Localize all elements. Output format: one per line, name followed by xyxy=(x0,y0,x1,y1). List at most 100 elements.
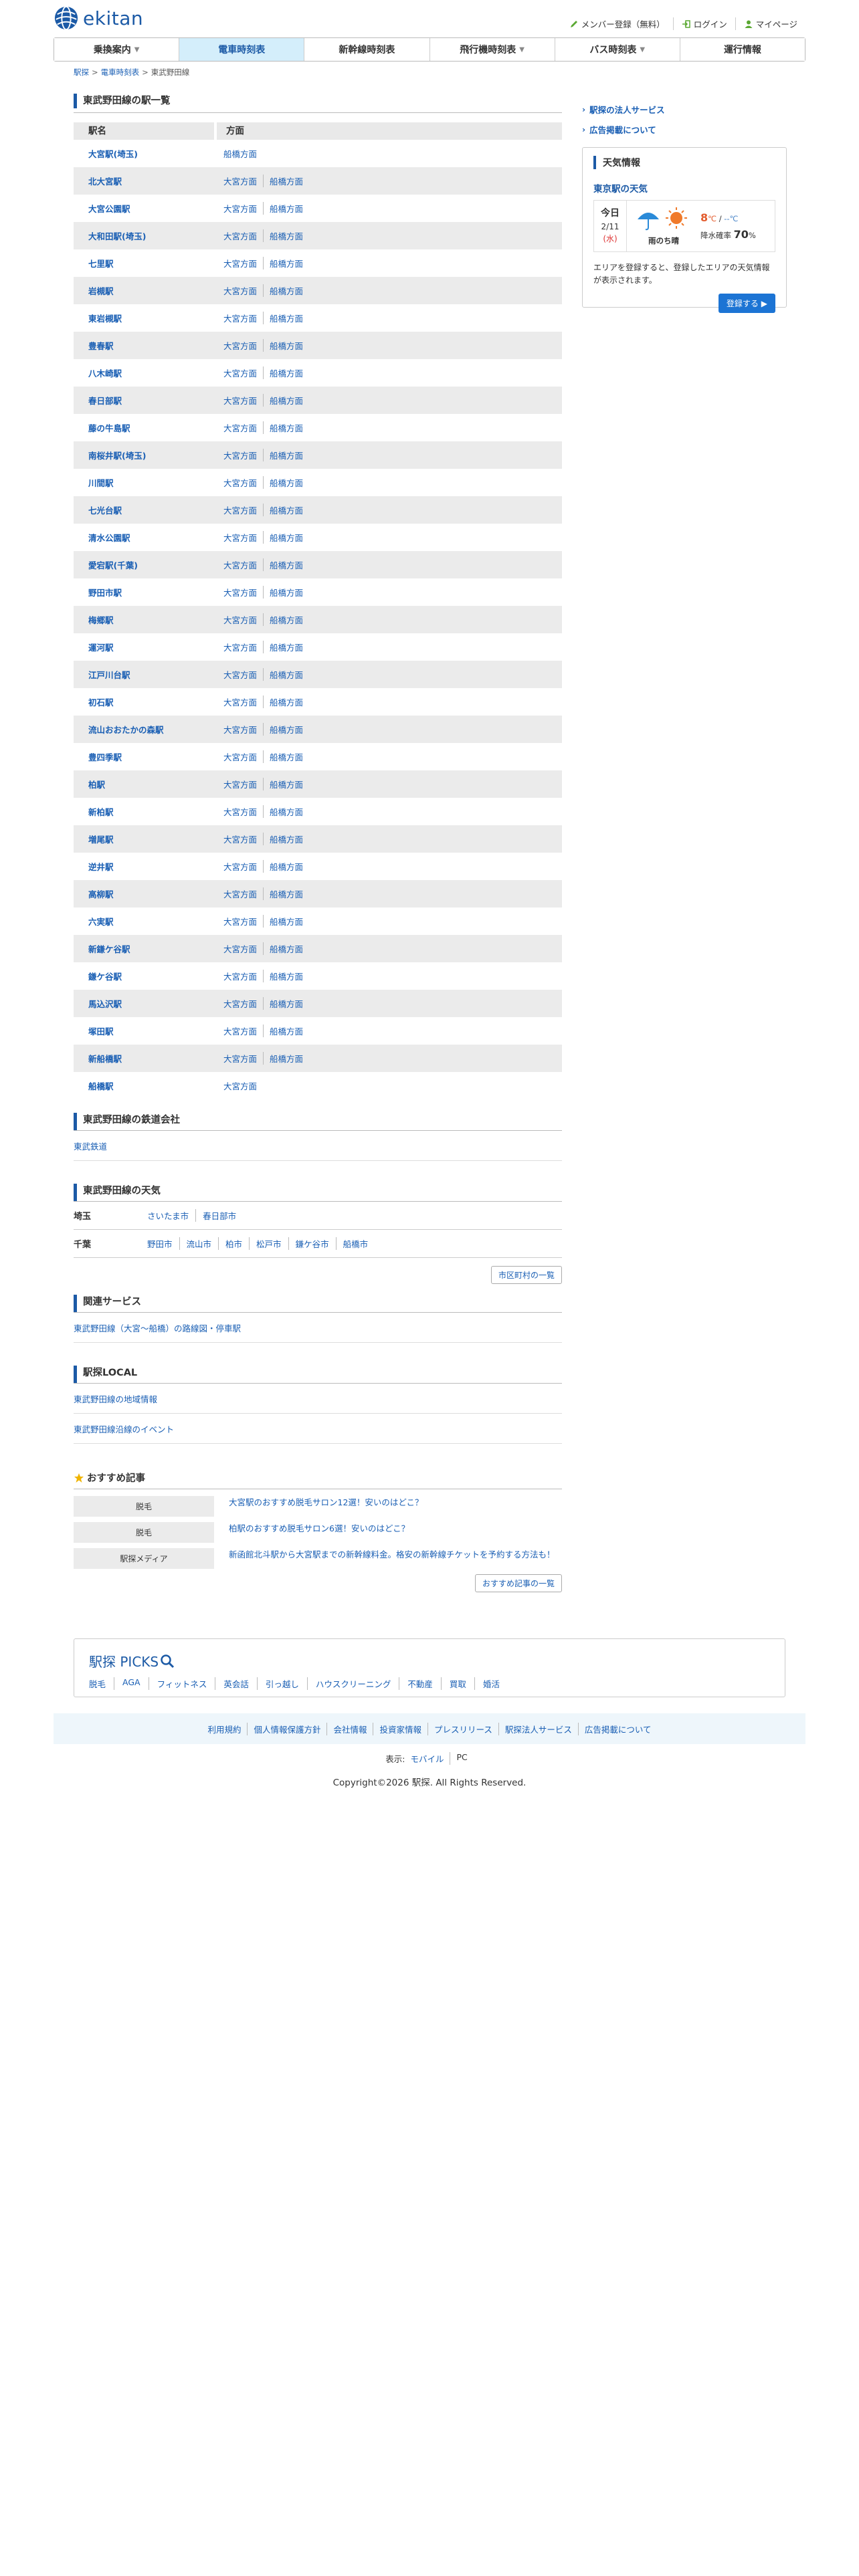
station-link[interactable]: 豊春駅 xyxy=(88,341,114,351)
station-link[interactable]: 高柳駅 xyxy=(88,889,114,899)
city-weather-link[interactable]: さいたま市 xyxy=(147,1209,195,1222)
nav-item[interactable]: 新幹線時刻表 xyxy=(304,38,430,61)
footer-link[interactable]: 利用規約 xyxy=(201,1723,247,1735)
direction-link[interactable]: 船橋方面 xyxy=(263,284,309,297)
direction-link[interactable]: 船橋方面 xyxy=(263,476,309,489)
picks-category-link[interactable]: 不動産 xyxy=(399,1677,441,1690)
city-weather-link[interactable]: 野田市 xyxy=(147,1237,179,1250)
direction-link[interactable]: 大宮方面 xyxy=(223,558,263,571)
direction-link[interactable]: 船橋方面 xyxy=(263,339,309,352)
direction-link[interactable]: 大宮方面 xyxy=(223,1052,263,1065)
direction-link[interactable]: 大宮方面 xyxy=(223,668,263,681)
display-mobile-link[interactable]: モバイル xyxy=(410,1752,450,1765)
station-link[interactable]: 柏駅 xyxy=(88,780,105,790)
city-weather-link[interactable]: 柏市 xyxy=(218,1237,249,1250)
direction-link[interactable]: 大宮方面 xyxy=(223,887,263,900)
city-list-button[interactable]: 市区町村の一覧 xyxy=(490,1266,562,1284)
nav-item[interactable]: 電車時刻表 xyxy=(179,38,304,61)
direction-link[interactable]: 船橋方面 xyxy=(263,942,309,955)
station-link[interactable]: 大宮公園駅 xyxy=(88,204,130,214)
direction-link[interactable]: 大宮方面 xyxy=(223,778,263,790)
direction-link[interactable]: 大宮方面 xyxy=(223,284,263,297)
station-link[interactable]: 新柏駅 xyxy=(88,807,114,817)
station-link[interactable]: 野田市駅 xyxy=(88,588,122,598)
direction-link[interactable]: 船橋方面 xyxy=(263,613,309,626)
direction-link[interactable]: 大宮方面 xyxy=(223,366,263,379)
direction-link[interactable]: 船橋方面 xyxy=(263,394,309,407)
city-weather-link[interactable]: 船橋市 xyxy=(335,1237,375,1250)
direction-link[interactable]: 大宮方面 xyxy=(223,339,263,352)
nav-item[interactable]: 運行情報 xyxy=(679,38,805,61)
nav-item[interactable]: 飛行機時刻表 ▼ xyxy=(429,38,555,61)
direction-link[interactable]: 大宮方面 xyxy=(223,504,263,516)
station-link[interactable]: 八木崎駅 xyxy=(88,368,122,379)
direction-link[interactable]: 船橋方面 xyxy=(263,695,309,708)
direction-link[interactable]: 船橋方面 xyxy=(263,723,309,736)
direction-link[interactable]: 大宮方面 xyxy=(223,613,263,626)
direction-link[interactable]: 船橋方面 xyxy=(263,257,309,270)
route-map-link[interactable]: 東武野田線（大宮～船橋）の路線図・停車駅 xyxy=(74,1323,241,1333)
direction-link[interactable]: 船橋方面 xyxy=(263,750,309,763)
direction-link[interactable]: 大宮方面 xyxy=(223,805,263,818)
station-link[interactable]: 春日部駅 xyxy=(88,396,122,406)
station-link[interactable]: 六実駅 xyxy=(88,917,114,927)
direction-link[interactable]: 大宮方面 xyxy=(223,915,263,928)
nav-item[interactable]: バス時刻表 ▼ xyxy=(554,38,680,61)
local-info-link[interactable]: 東武野田線の地域情報 xyxy=(74,1394,157,1404)
recommended-more-button[interactable]: おすすめ記事の一覧 xyxy=(474,1574,562,1592)
station-link[interactable]: 馬込沢駅 xyxy=(88,999,122,1009)
login-link[interactable]: ログイン xyxy=(672,17,735,30)
footer-link[interactable]: プレスリリース xyxy=(427,1722,498,1735)
station-link[interactable]: 愛宕駅(千葉) xyxy=(88,560,138,570)
direction-link[interactable]: 大宮方面 xyxy=(223,421,263,434)
corporate-service-link[interactable]: › 駅探の法人サービス xyxy=(582,99,787,119)
local-event-link[interactable]: 東武野田線沿線のイベント xyxy=(74,1424,174,1434)
station-link[interactable]: 逆井駅 xyxy=(88,862,114,872)
direction-link[interactable]: 船橋方面 xyxy=(263,970,309,982)
station-link[interactable]: 初石駅 xyxy=(88,697,114,708)
ad-info-link[interactable]: › 広告掲載について xyxy=(582,119,787,139)
direction-link[interactable]: 大宮方面 xyxy=(223,202,263,215)
direction-link[interactable]: 船橋方面 xyxy=(263,449,309,461)
railway-company-link[interactable]: 東武鉄道 xyxy=(74,1142,107,1152)
city-weather-link[interactable]: 春日部市 xyxy=(195,1209,243,1222)
direction-link[interactable]: 船橋方面 xyxy=(263,805,309,818)
direction-link[interactable]: 大宮方面 xyxy=(223,695,263,708)
footer-link[interactable]: 駅探法人サービス xyxy=(498,1722,578,1735)
station-link[interactable]: 江戸川台駅 xyxy=(88,670,130,680)
picks-category-link[interactable]: ハウスクリーニング xyxy=(306,1677,399,1690)
station-link[interactable]: 大宮駅(埼玉) xyxy=(88,149,138,159)
station-link[interactable]: 増尾駅 xyxy=(88,835,114,845)
direction-link[interactable]: 大宮方面 xyxy=(223,449,263,461)
direction-link[interactable]: 船橋方面 xyxy=(263,421,309,434)
member-register-link[interactable]: メンバー登録（無料） xyxy=(561,17,673,30)
station-link[interactable]: 新船橋駅 xyxy=(88,1054,122,1064)
picks-category-link[interactable]: フィットネス xyxy=(148,1677,215,1690)
article-link[interactable]: 柏駅のおすすめ脱毛サロン6選！安いのはどこ？ xyxy=(229,1523,409,1533)
direction-link[interactable]: 大宮方面 xyxy=(223,175,263,187)
station-link[interactable]: 新鎌ケ谷駅 xyxy=(88,944,130,954)
mypage-link[interactable]: マイページ xyxy=(735,17,805,30)
direction-link[interactable]: 船橋方面 xyxy=(263,860,309,873)
direction-link[interactable]: 大宮方面 xyxy=(223,641,263,653)
direction-link[interactable]: 大宮方面 xyxy=(223,1079,263,1092)
picks-category-link[interactable]: AGA xyxy=(114,1677,149,1690)
direction-link[interactable]: 船橋方面 xyxy=(263,915,309,928)
footer-link[interactable]: 投資家情報 xyxy=(373,1722,427,1735)
picks-category-link[interactable]: 英会話 xyxy=(215,1677,257,1690)
direction-link[interactable]: 船橋方面 xyxy=(263,833,309,845)
footer-link[interactable]: 個人情報保護方針 xyxy=(247,1722,326,1735)
direction-link[interactable]: 船橋方面 xyxy=(263,558,309,571)
station-link[interactable]: 北大宮駅 xyxy=(88,177,122,187)
footer-link[interactable]: 広告掲載について xyxy=(577,1722,658,1735)
city-weather-link[interactable]: 松戸市 xyxy=(249,1237,288,1250)
direction-link[interactable]: 船橋方面 xyxy=(263,312,309,324)
direction-link[interactable]: 大宮方面 xyxy=(223,531,263,544)
picks-category-link[interactable]: 脱毛 xyxy=(89,1677,114,1690)
direction-link[interactable]: 船橋方面 xyxy=(263,531,309,544)
direction-link[interactable]: 船橋方面 xyxy=(263,1025,309,1037)
direction-link[interactable]: 大宮方面 xyxy=(223,257,263,270)
picks-category-link[interactable]: 引っ越し xyxy=(256,1677,307,1690)
direction-link[interactable]: 大宮方面 xyxy=(223,312,263,324)
station-link[interactable]: 運河駅 xyxy=(88,643,114,653)
